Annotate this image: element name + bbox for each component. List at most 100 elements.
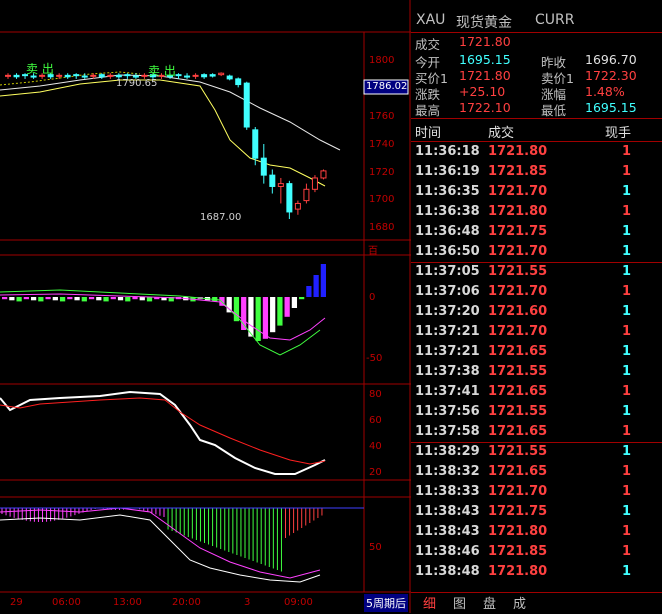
tick-vol: 1 <box>621 504 631 519</box>
period-label[interactable]: 5周期后 <box>364 594 408 612</box>
candle-body <box>320 170 327 179</box>
change-value: +25.10 <box>459 84 506 99</box>
time-tick-2000: 20:00 <box>172 597 201 608</box>
tab-orderbook[interactable]: 盘 <box>483 593 496 612</box>
tick-vol: 1 <box>621 544 631 559</box>
candle-body <box>209 74 216 77</box>
tick-vol: 1 <box>621 304 631 319</box>
ind1-bar <box>45 297 51 300</box>
bottom-tab-bar: 细 图 盘 成 <box>411 592 662 613</box>
tick-time: 11:38:46 <box>415 544 480 559</box>
tick-row: 11:37:05 1721.55 1 <box>411 262 662 284</box>
ask-value: 1722.30 <box>585 68 637 83</box>
tick-time: 11:37:06 <box>415 284 480 299</box>
tick-time: 11:38:33 <box>415 484 480 499</box>
tick-time: 11:37:56 <box>415 404 480 419</box>
low-label: 最低 <box>541 103 567 118</box>
price-tick-1700: 1700 <box>369 194 395 205</box>
candle-body <box>201 74 208 78</box>
price-tick-1680: 1680 <box>369 222 395 233</box>
tick-time: 11:36:48 <box>415 224 480 239</box>
tick-price: 1721.85 <box>488 164 548 179</box>
low-value: 1695.15 <box>585 100 637 115</box>
ind1-bar <box>262 297 269 339</box>
ind1-bar <box>38 297 44 302</box>
ind2-line-red <box>0 397 326 465</box>
tick-price: 1721.80 <box>488 564 548 579</box>
tick-row: 11:38:46 1721.85 1 <box>411 544 662 564</box>
ind2-tick-20: 20 <box>369 467 382 478</box>
tick-vol: 1 <box>621 444 631 459</box>
ma-line-yellow <box>0 79 326 187</box>
tick-vol: 1 <box>621 344 631 359</box>
tick-time: 11:37:05 <box>415 264 480 279</box>
price-tick-1720: 1720 <box>369 167 395 178</box>
tick-time: 11:36:50 <box>415 244 480 259</box>
candle-body <box>218 72 225 76</box>
ticks-header-vol: 现手 <box>604 126 631 141</box>
ind1-line-magenta <box>0 293 326 341</box>
tick-time: 11:36:38 <box>415 204 480 219</box>
tick-vol: 1 <box>621 324 631 339</box>
tick-vol: 1 <box>621 144 631 159</box>
prev-value: 1696.70 <box>585 52 637 67</box>
ind3-tick-50: 50 <box>369 542 382 553</box>
chart-area[interactable]: 1800 1780 1760 1740 1720 1700 1680 1786.… <box>0 0 411 613</box>
tick-price: 1721.65 <box>488 344 548 359</box>
ind1-top-label: 百 <box>368 246 378 257</box>
tab-chart[interactable]: 图 <box>453 593 466 612</box>
tick-time: 11:37:21 <box>415 344 480 359</box>
tick-vol: 1 <box>621 484 631 499</box>
tick-row: 11:37:56 1721.55 1 <box>411 404 662 424</box>
tick-row: 11:37:06 1721.70 1 <box>411 284 662 304</box>
tab-detail[interactable]: 细 <box>423 593 436 612</box>
ind1-bar <box>59 297 66 302</box>
tick-price: 1721.80 <box>488 144 548 159</box>
tick-row: 11:36:19 1721.85 1 <box>411 164 662 184</box>
tick-price: 1721.55 <box>488 404 548 419</box>
tick-time: 11:36:18 <box>415 144 480 159</box>
candle-body <box>184 75 191 78</box>
ind1-bar <box>16 297 22 302</box>
tick-price: 1721.70 <box>488 184 548 199</box>
tick-row: 11:38:29 1721.55 1 <box>411 442 662 464</box>
time-tick-1300: 13:00 <box>113 597 142 608</box>
tick-row: 11:38:43 1721.80 1 <box>411 524 662 544</box>
candle-body <box>303 188 310 202</box>
tick-vol: 1 <box>621 204 631 219</box>
tick-price: 1721.70 <box>488 484 548 499</box>
ind1-bar <box>146 297 153 302</box>
candle-body <box>115 74 122 78</box>
candle-body <box>5 74 11 77</box>
tick-vol: 1 <box>621 244 631 259</box>
tick-row: 11:37:38 1721.55 1 <box>411 364 662 384</box>
high-annotation: 1790.65 <box>116 78 158 89</box>
tick-time: 11:37:58 <box>415 424 480 439</box>
time-tick-0600: 06:00 <box>52 597 81 608</box>
symbol-header: XAU 现货黄金 CURR <box>411 0 662 33</box>
ind1-bar <box>117 297 124 301</box>
tick-time: 11:36:35 <box>415 184 480 199</box>
price-tick-1800: 1800 <box>369 55 395 66</box>
tab-trades[interactable]: 成 <box>513 593 526 612</box>
tick-price: 1721.55 <box>488 264 548 279</box>
ind2-tick-80: 80 <box>369 389 382 400</box>
tick-row: 11:36:38 1721.80 1 <box>411 204 662 224</box>
candle-body <box>81 75 88 78</box>
tick-price: 1721.55 <box>488 364 548 379</box>
ind1-bar <box>9 297 15 301</box>
tick-row: 11:36:18 1721.80 1 <box>411 144 662 164</box>
tick-row: 11:37:20 1721.60 1 <box>411 304 662 324</box>
tick-price: 1721.70 <box>488 324 548 339</box>
tick-price: 1721.65 <box>488 384 548 399</box>
candle-body <box>107 74 114 77</box>
tick-vol: 1 <box>621 164 631 179</box>
ticks-list[interactable]: 11:36:18 1721.80 1 11:36:19 1721.85 1 11:36:35… <box>411 144 662 590</box>
tick-price: 1721.60 <box>488 304 548 319</box>
ticks-header: 时间 成交 现手 <box>411 119 662 142</box>
tick-time: 11:38:48 <box>415 564 480 579</box>
ind1-bar <box>132 297 138 300</box>
tick-row: 11:37:21 1721.65 1 <box>411 344 662 364</box>
candle-body <box>141 74 148 77</box>
price-tick-1740: 1740 <box>369 139 395 150</box>
